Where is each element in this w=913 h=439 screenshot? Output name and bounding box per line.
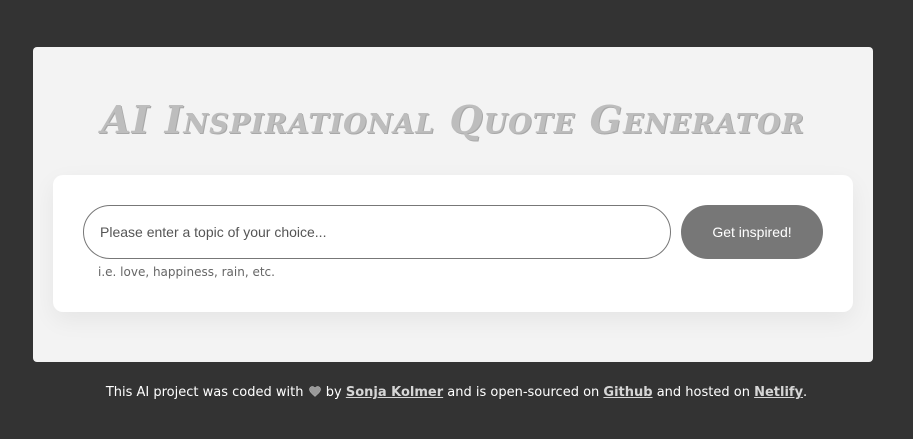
- github-link[interactable]: Github: [603, 385, 652, 400]
- search-form: i.e. love, happiness, rain, etc. Get ins…: [53, 175, 853, 312]
- topic-input[interactable]: [83, 205, 671, 259]
- page-title: AI Inspirational Quote Generator: [101, 97, 805, 142]
- footer-text-1: This AI project was coded with: [105, 385, 304, 400]
- footer-text-4: and hosted on: [656, 385, 750, 400]
- footer: This AI project was coded with by Sonja …: [0, 385, 913, 400]
- footer-text-3: and is open-sourced on: [447, 385, 600, 400]
- author-link[interactable]: Sonja Kolmer: [346, 385, 443, 400]
- footer-text-2: by: [325, 385, 342, 400]
- get-inspired-button[interactable]: Get inspired!: [681, 205, 823, 259]
- heart-icon: [308, 386, 321, 397]
- main-card: AI Inspirational Quote Generator i.e. lo…: [33, 47, 873, 362]
- footer-text-5: .: [803, 385, 808, 400]
- netlify-link[interactable]: Netlify: [754, 385, 803, 400]
- input-hint: i.e. love, happiness, rain, etc.: [98, 265, 275, 279]
